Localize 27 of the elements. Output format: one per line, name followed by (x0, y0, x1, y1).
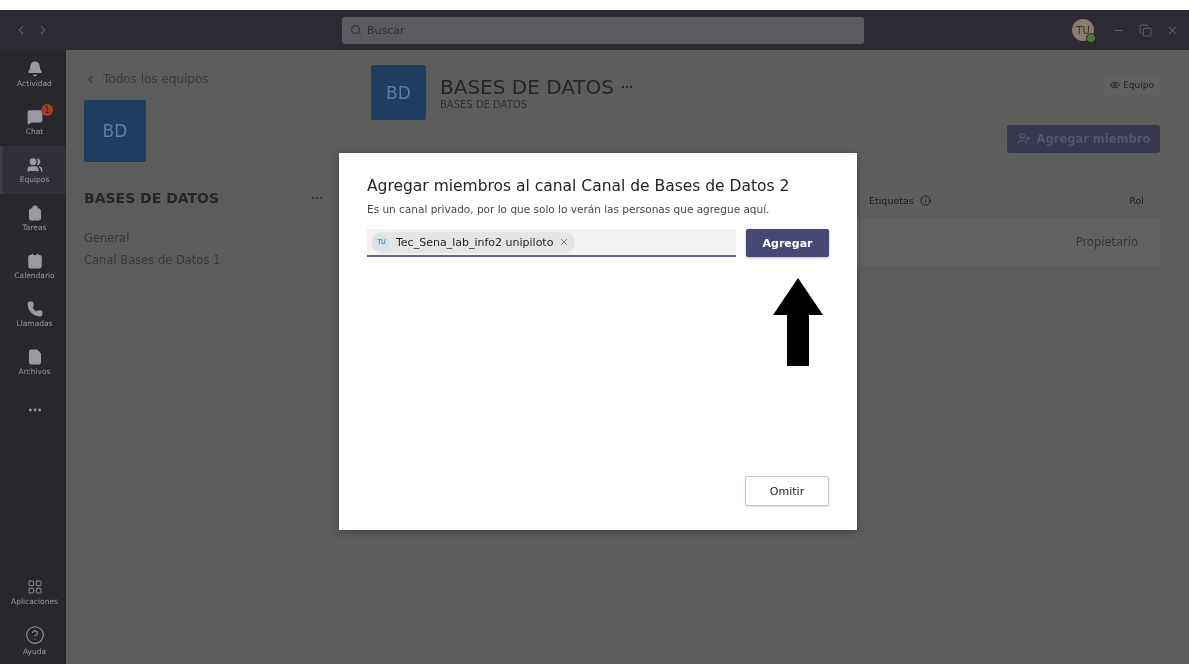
info-icon[interactable] (919, 195, 931, 206)
file-icon (26, 348, 43, 365)
notification-badge: 1 (41, 104, 53, 116)
add-person-icon (1016, 132, 1031, 146)
chat-icon (26, 108, 43, 125)
team-avatar: BD (371, 65, 426, 120)
phone-icon (26, 300, 43, 317)
skip-button[interactable]: Omitir (745, 476, 829, 506)
bell-icon (26, 60, 43, 77)
column-header: Rol (1129, 195, 1145, 206)
restore-icon[interactable] (1139, 23, 1152, 37)
calendar-icon (26, 252, 43, 269)
dialog-title: Agregar miembros al canal Canal de Bases de Datos 2 (367, 177, 791, 195)
person-name: Tec_Sena_lab_info2 unipiloto (396, 235, 554, 249)
apps-icon (26, 578, 43, 595)
eye-icon (1110, 80, 1121, 90)
team-avatar: BD (84, 100, 146, 162)
team-badge: Equipo (1104, 75, 1160, 95)
dialog-description: Es un canal privado, por lo que solo lo verán las personas que agregue aquí. (367, 203, 771, 215)
help-icon (24, 624, 45, 645)
column-header: Etiquetas (869, 195, 1130, 206)
search-icon (350, 24, 362, 36)
people-icon (26, 156, 43, 173)
backpack-icon (26, 204, 43, 221)
add-button[interactable]: Agregar (746, 229, 829, 257)
remove-icon[interactable] (559, 237, 570, 247)
user-avatar[interactable]: TU (1072, 19, 1094, 41)
